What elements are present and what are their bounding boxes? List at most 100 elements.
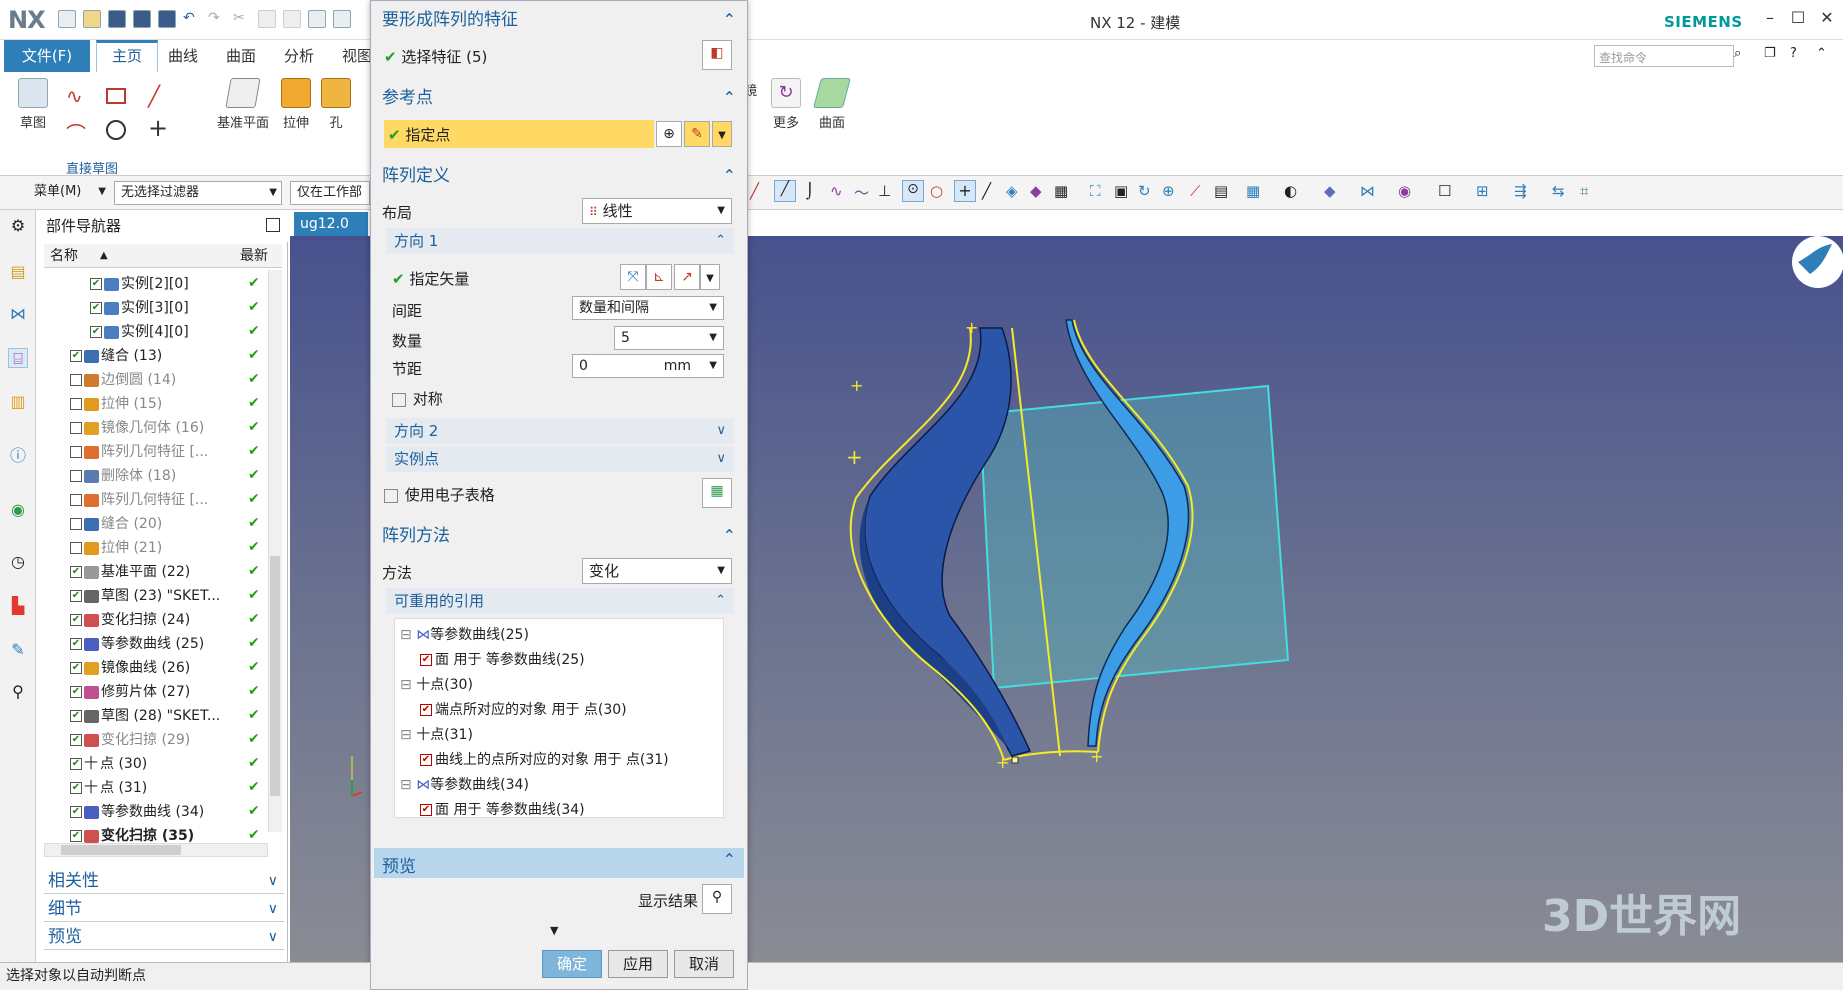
save-icon[interactable] <box>108 10 126 28</box>
tab-home[interactable]: 主页 <box>96 40 158 72</box>
navigator-row[interactable]: ✔ 变化扫掠 (29) <box>44 728 270 752</box>
visibility-checkbox[interactable]: ✔ <box>70 686 82 698</box>
visibility-checkbox[interactable]: ✔ <box>70 806 82 818</box>
ribbon-collapse-icon[interactable]: ⌃ <box>1816 46 1827 61</box>
navigator-row[interactable]: 阵列几何特征 [... <box>44 488 270 512</box>
apply-button[interactable]: 应用 <box>608 950 668 978</box>
maximize-icon[interactable]: ☐ <box>1786 8 1810 30</box>
view-camera-icon[interactable]: ▤ <box>1214 182 1228 200</box>
visibility-checkbox[interactable]: ✔ <box>90 278 102 290</box>
snap-circle-icon[interactable]: ○ <box>930 182 943 200</box>
paste-icon[interactable] <box>283 10 301 28</box>
reuse-feature-node[interactable]: ⊟ ⋈等参数曲线(34) <box>400 774 529 794</box>
reusable-references-header[interactable]: 可重用的引用 ⌃ <box>386 588 734 614</box>
snap-tangent-icon[interactable]: ╱ <box>982 182 991 200</box>
navigator-row[interactable]: ✔ 等参数曲线 (34) <box>44 800 270 824</box>
scrollbar-thumb[interactable] <box>270 556 280 796</box>
panel-dependencies[interactable]: 相关性 ∨ <box>44 868 284 894</box>
view-perspective-icon[interactable]: ⟋ <box>1190 182 1201 200</box>
view-rotate-icon[interactable]: ↻ <box>1138 182 1151 200</box>
symmetric-checkbox[interactable]: 对称 <box>392 388 443 409</box>
reuse-checkbox[interactable]: ✔ <box>420 654 432 666</box>
navigator-maximize-icon[interactable] <box>266 218 280 232</box>
open-file-icon[interactable] <box>83 10 101 28</box>
circle-icon[interactable] <box>106 120 126 140</box>
point-icon[interactable]: + <box>148 114 168 142</box>
selection-filter-dropdown[interactable]: 无选择过滤器 ▼ <box>114 181 282 205</box>
snap-line-icon[interactable]: ╱ <box>750 182 759 200</box>
visibility-checkbox[interactable] <box>70 446 82 458</box>
navigator-row[interactable]: 阵列几何特征 [... <box>44 440 270 464</box>
save-all-icon[interactable] <box>158 10 176 28</box>
file-menu-button[interactable]: 文件(F) <box>4 40 90 72</box>
render-style-icon[interactable]: ◐ <box>1284 182 1297 200</box>
visibility-checkbox[interactable]: ✔ <box>70 566 82 578</box>
navigator-row[interactable]: ✔ 基准平面 (22) <box>44 560 270 584</box>
visibility-checkbox[interactable]: ✔ <box>70 758 82 770</box>
navigator-row[interactable]: ✔ 变化扫掠 (24) <box>44 608 270 632</box>
reuse-reference-node[interactable]: ✔ 面 用于 等参数曲线(25) <box>420 649 585 669</box>
vector-type-button[interactable]: ↗ <box>674 264 700 290</box>
panel-details[interactable]: 细节 ∨ <box>44 896 284 922</box>
visibility-checkbox[interactable] <box>70 542 82 554</box>
tab-curve[interactable]: 曲线 <box>168 40 198 72</box>
visibility-checkbox[interactable] <box>70 374 82 386</box>
tab-surface[interactable]: 曲面 <box>226 40 256 72</box>
navigator-row[interactable]: ✔ 实例[3][0] <box>44 296 270 320</box>
datum-plane-button[interactable]: 基准平面 <box>212 78 274 131</box>
reuse-feature-node[interactable]: ⊟ 十点(30) <box>400 674 473 694</box>
shaded-icon[interactable]: ◆ <box>1324 182 1336 200</box>
spacing-dropdown[interactable]: 数量和间隔 ▼ <box>572 296 724 320</box>
process-icon[interactable]: ✎ <box>8 640 28 660</box>
roles-icon[interactable]: ⚲ <box>8 682 28 702</box>
navigator-row[interactable]: ✔ 缝合 (13) <box>44 344 270 368</box>
ok-button[interactable]: 确定 <box>542 950 602 978</box>
pitch-input[interactable]: 0 mm ▼ <box>572 354 724 378</box>
point-type-button[interactable]: ✎ <box>684 121 710 147</box>
collapse-icon[interactable]: ⊟ <box>400 677 416 693</box>
select-feature-row[interactable]: ✔ 选择特征 (5) <box>384 46 487 67</box>
select-feature-button[interactable]: ◧ <box>702 40 732 70</box>
tab-view[interactable]: 视图 <box>342 40 372 72</box>
view-pan-icon[interactable]: ⊕ <box>1162 182 1175 200</box>
viewport-tab[interactable]: ug12.0 <box>294 212 368 236</box>
point-dialog-button[interactable]: ⊕ <box>656 121 682 147</box>
spreadsheet-button[interactable]: ▦ <box>702 478 732 508</box>
vector-dialog-button[interactable]: ⊾ <box>646 264 672 290</box>
navigator-row[interactable]: ✔ 十点 (31) <box>44 776 270 800</box>
snap-center-icon[interactable]: ⊙ <box>902 180 924 202</box>
navigator-horizontal-scrollbar[interactable] <box>44 843 268 857</box>
instance-point-header[interactable]: 实例点 ∨ <box>386 446 734 472</box>
visibility-checkbox[interactable]: ✔ <box>70 638 82 650</box>
section-reference-point-header[interactable]: 参考点 ⌃ <box>374 82 744 114</box>
visibility-checkbox[interactable]: ✔ <box>70 614 82 626</box>
work-layer-icon[interactable]: ⊞ <box>1476 182 1489 200</box>
navigator-row[interactable]: 边倒圆 (14) <box>44 368 270 392</box>
cut-icon[interactable]: ✂ <box>233 10 251 28</box>
reuse-library-icon[interactable]: ▥ <box>8 392 28 412</box>
repeat-command-icon[interactable] <box>308 10 326 28</box>
visibility-checkbox[interactable]: ✔ <box>70 782 82 794</box>
column-name[interactable]: 名称 <box>50 244 78 268</box>
point-type-dropdown[interactable]: ▼ <box>712 121 732 147</box>
snap-point-icon[interactable]: + <box>954 180 976 202</box>
assembly-navigator-icon[interactable]: ▤ <box>8 262 28 282</box>
method-dropdown[interactable]: 变化 ▼ <box>582 558 732 584</box>
panel-preview[interactable]: 预览 ∨ <box>44 924 284 950</box>
navigator-vertical-scrollbar[interactable] <box>268 270 282 832</box>
arc-icon[interactable]: ⌒ <box>66 118 86 147</box>
view-orient-icon[interactable]: ▦ <box>1246 182 1260 200</box>
command-search-input[interactable]: 查找命令 <box>1594 45 1734 67</box>
navigator-row[interactable]: ✔ 十点 (30) <box>44 752 270 776</box>
reuse-checkbox[interactable]: ✔ <box>420 754 432 766</box>
visibility-checkbox[interactable]: ✔ <box>70 710 82 722</box>
reuse-feature-node[interactable]: ⊟ 十点(31) <box>400 724 473 744</box>
visibility-checkbox[interactable]: ✔ <box>70 662 82 674</box>
view-fit-icon[interactable]: ⛶ <box>1090 182 1101 200</box>
reuse-checkbox[interactable]: ✔ <box>420 804 432 816</box>
move-icon[interactable]: ⇆ <box>1552 182 1565 200</box>
navigator-row[interactable]: ✔ 修剪片体 (27) <box>44 680 270 704</box>
collapse-icon[interactable]: ⊟ <box>400 627 416 643</box>
collapse-icon[interactable]: ⊟ <box>400 777 416 793</box>
visibility-checkbox[interactable]: ✔ <box>90 302 102 314</box>
